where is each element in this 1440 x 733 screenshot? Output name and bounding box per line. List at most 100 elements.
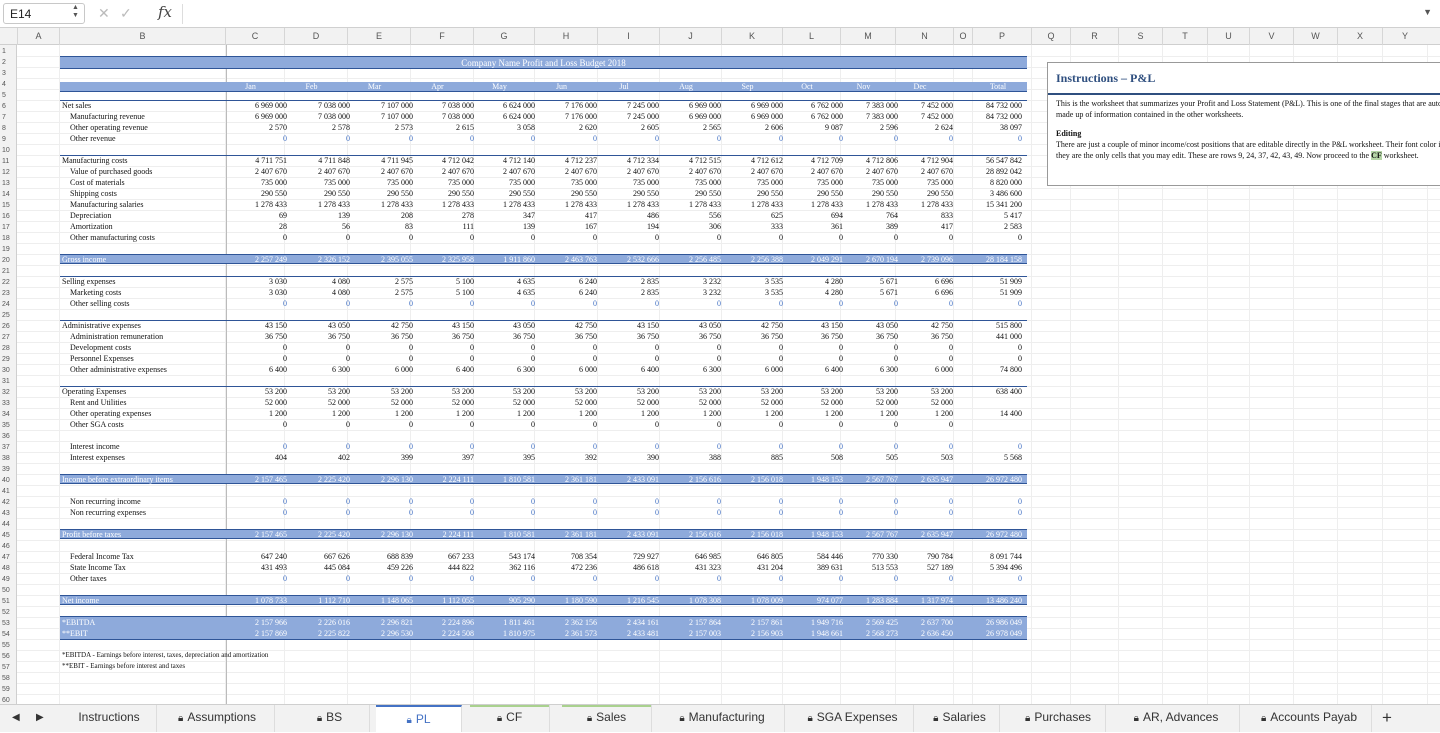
value-cell[interactable]: 770 330: [838, 552, 898, 562]
value-cell[interactable]: 2 361 181: [537, 530, 597, 540]
value-cell[interactable]: 290 550: [723, 189, 783, 199]
value-cell[interactable]: 2 637 700: [893, 618, 953, 628]
value-cell[interactable]: 14 400: [962, 409, 1022, 419]
value-cell[interactable]: 0: [838, 354, 898, 364]
value-cell[interactable]: 42 750: [353, 321, 413, 331]
value-cell[interactable]: 2 532 666: [599, 255, 659, 265]
value-cell[interactable]: 6 969 000: [723, 112, 783, 122]
value-cell[interactable]: 417: [893, 222, 953, 232]
value-cell[interactable]: 0: [893, 497, 953, 507]
value-cell[interactable]: 1 200: [783, 409, 843, 419]
row-header[interactable]: 53: [0, 618, 16, 629]
value-cell[interactable]: 7 107 000: [353, 112, 413, 122]
value-cell[interactable]: 69: [227, 211, 287, 221]
value-cell[interactable]: 2 256 388: [723, 255, 783, 265]
value-cell[interactable]: 0: [599, 354, 659, 364]
row-header[interactable]: 9: [0, 134, 16, 145]
value-cell[interactable]: 0: [661, 497, 721, 507]
column-header-l[interactable]: L: [782, 28, 840, 45]
value-cell[interactable]: 2 433 481: [599, 629, 659, 639]
value-cell[interactable]: 6 000: [893, 365, 953, 375]
next-sheet-icon[interactable]: ▶: [36, 712, 44, 723]
row-header[interactable]: 40: [0, 475, 16, 486]
value-cell[interactable]: 0: [723, 420, 783, 430]
row-label[interactable]: Administration remuneration: [70, 332, 163, 342]
row-header[interactable]: 26: [0, 321, 16, 332]
column-header-r[interactable]: R: [1070, 28, 1118, 45]
row-header[interactable]: 11: [0, 156, 16, 167]
row-header[interactable]: 34: [0, 409, 16, 420]
value-cell[interactable]: 1 200: [599, 409, 659, 419]
value-cell[interactable]: 36 750: [838, 332, 898, 342]
value-cell[interactable]: 7 038 000: [414, 101, 474, 111]
value-cell[interactable]: 6 696: [893, 277, 953, 287]
row-label[interactable]: Cost of materials: [70, 178, 125, 188]
value-cell[interactable]: 0: [353, 354, 413, 364]
value-cell[interactable]: 208: [353, 211, 413, 221]
row-header[interactable]: 49: [0, 574, 16, 585]
row-label[interactable]: Other manufacturing costs: [70, 233, 155, 243]
value-cell[interactable]: 1 278 433: [661, 200, 721, 210]
value-cell[interactable]: 52 000: [353, 398, 413, 408]
value-cell[interactable]: 28 892 042: [962, 167, 1022, 177]
value-cell[interactable]: 2 407 670: [290, 167, 350, 177]
value-cell[interactable]: 2 569 425: [838, 618, 898, 628]
value-cell[interactable]: 0: [838, 508, 898, 518]
row-header[interactable]: 60: [0, 695, 16, 704]
value-cell[interactable]: 53 200: [475, 387, 535, 397]
value-cell[interactable]: 2 256 485: [661, 255, 721, 265]
value-cell[interactable]: 0: [838, 442, 898, 452]
value-cell[interactable]: 0: [290, 134, 350, 144]
value-cell[interactable]: 36 750: [537, 332, 597, 342]
row-header[interactable]: 52: [0, 607, 16, 618]
value-cell[interactable]: 2 225 420: [290, 475, 350, 485]
value-cell[interactable]: 0: [783, 134, 843, 144]
value-cell[interactable]: 6 969 000: [661, 101, 721, 111]
value-cell[interactable]: 0: [962, 354, 1022, 364]
value-cell[interactable]: 0: [962, 134, 1022, 144]
row-label[interactable]: Manufacturing costs: [62, 156, 128, 166]
row-label[interactable]: Non recurring expenses: [70, 508, 146, 518]
value-cell[interactable]: 0: [962, 508, 1022, 518]
value-cell[interactable]: 790 784: [893, 552, 953, 562]
value-cell[interactable]: 28 184 158: [962, 255, 1022, 265]
row-header[interactable]: 55: [0, 640, 16, 651]
row-label[interactable]: Interest income: [70, 442, 120, 452]
formula-input[interactable]: [182, 4, 1412, 24]
value-cell[interactable]: 43 150: [227, 321, 287, 331]
value-cell[interactable]: 1 810 975: [475, 629, 535, 639]
row-label[interactable]: Operating Expenses: [62, 387, 126, 397]
value-cell[interactable]: 1 200: [723, 409, 783, 419]
value-cell[interactable]: 0: [290, 420, 350, 430]
value-cell[interactable]: 6 400: [227, 365, 287, 375]
value-cell[interactable]: 2 605: [599, 123, 659, 133]
value-cell[interactable]: 36 750: [723, 332, 783, 342]
value-cell[interactable]: 0: [893, 233, 953, 243]
value-cell[interactable]: 0: [893, 134, 953, 144]
value-cell[interactable]: 51 909: [962, 277, 1022, 287]
row-header[interactable]: 7: [0, 112, 16, 123]
value-cell[interactable]: 4 712 709: [783, 156, 843, 166]
value-cell[interactable]: 395: [475, 453, 535, 463]
value-cell[interactable]: 52 000: [599, 398, 659, 408]
value-cell[interactable]: 2 407 670: [353, 167, 413, 177]
value-cell[interactable]: 2 565: [661, 123, 721, 133]
value-cell[interactable]: 2 567 767: [838, 530, 898, 540]
value-cell[interactable]: 1 180 590: [537, 596, 597, 606]
value-cell[interactable]: 2 224 111: [414, 475, 474, 485]
row-label[interactable]: Manufacturing revenue: [70, 112, 145, 122]
value-cell[interactable]: 2 157 864: [661, 618, 721, 628]
confirm-icon[interactable]: ✓: [120, 5, 132, 22]
value-cell[interactable]: 56: [290, 222, 350, 232]
value-cell[interactable]: 6 969 000: [723, 101, 783, 111]
value-cell[interactable]: 1 948 153: [783, 475, 843, 485]
value-cell[interactable]: 53 200: [537, 387, 597, 397]
value-cell[interactable]: 2 407 670: [893, 167, 953, 177]
value-cell[interactable]: 9 087: [783, 123, 843, 133]
value-cell[interactable]: 1 078 009: [723, 596, 783, 606]
value-cell[interactable]: 0: [537, 497, 597, 507]
value-cell[interactable]: 1 278 433: [599, 200, 659, 210]
value-cell[interactable]: 1 216 545: [599, 596, 659, 606]
value-cell[interactable]: 6 300: [661, 365, 721, 375]
value-cell[interactable]: 646 985: [661, 552, 721, 562]
